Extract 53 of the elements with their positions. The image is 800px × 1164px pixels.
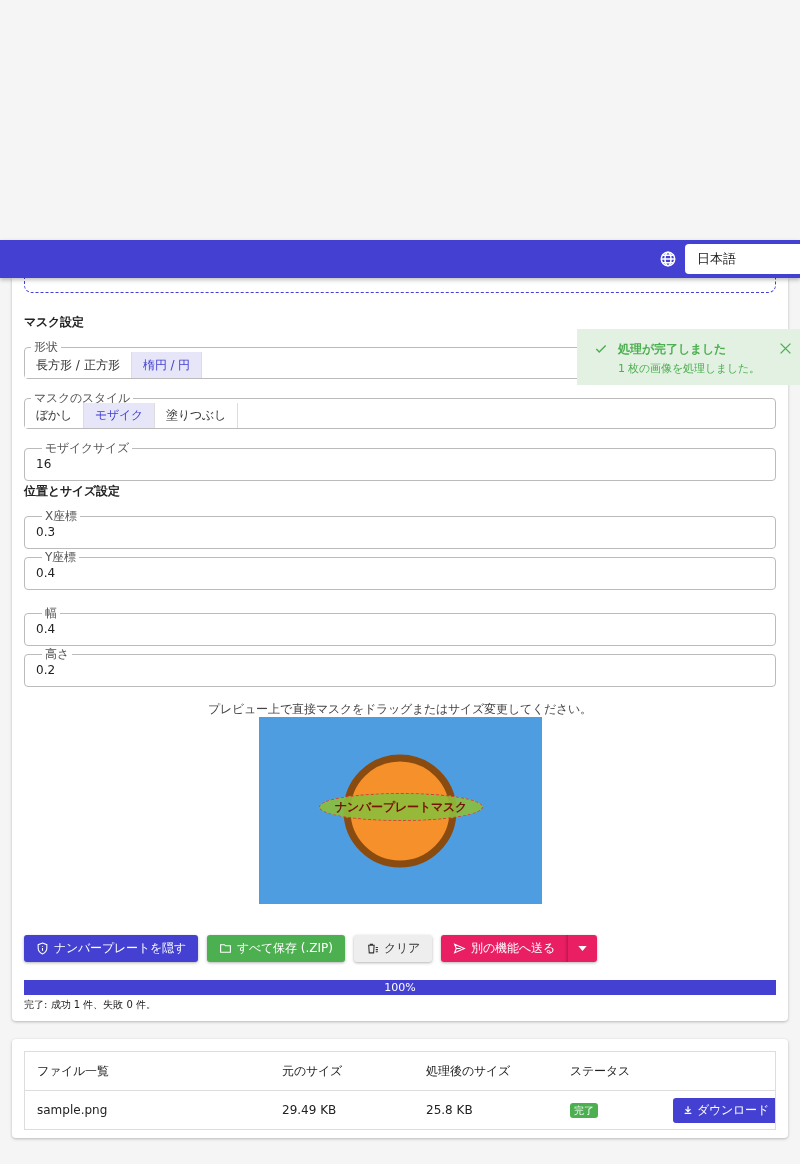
dropdown-button[interactable] [567,935,597,962]
shape-option[interactable]: 楕円 / 円 [131,352,203,378]
mask-label: ナンバープレートマスク [334,798,467,816]
field-value: 0.4 [36,622,56,636]
progress-reading: 100% [383,980,417,995]
field-label: Y座標 [44,552,78,562]
field-value: 16 [36,457,52,471]
column-header: 元のサイズ [270,1051,414,1091]
status-badge: 完了 [570,1102,598,1118]
globe-icon[interactable] [659,250,677,268]
field-value: 0.2 [36,663,56,677]
language-select[interactable]: 日本語 [685,244,800,274]
section-title: 位置とサイズ設定 [24,483,121,499]
preview-hint: プレビュー上で直接マスクをドラッグまたはサイズ変更してください。 [207,703,593,715]
download-icon [683,1105,693,1115]
mosaic-size-field[interactable]: モザイクサイズ 16 [24,443,776,481]
field-label: 高さ [44,649,70,659]
send-icon [453,942,466,955]
field-label: 形状 [33,342,59,352]
summary-text: 完了: 成功 1 件、失敗 0 件。 [24,999,157,1011]
field-value: 0.3 [36,525,56,539]
toast-title: 処理が完了しました [618,341,727,358]
number-field[interactable]: 高さ 0.2 [24,649,776,687]
clear-button[interactable]: クリア [354,935,432,962]
field-label: マスクのスタイル [33,393,131,403]
column-header: ステータス [558,1051,643,1091]
table-cell: 29.49 KB [270,1090,414,1130]
field-label: X座標 [44,511,79,521]
column-header: 処理後のサイズ [414,1051,558,1091]
style-option[interactable]: ぼかし [25,403,84,428]
number-field[interactable]: X座標 0.3 [24,511,776,549]
toast-message: 1 枚の画像を処理しました。 [618,361,762,376]
field-value: 0.4 [36,566,56,580]
field-label: 幅 [44,608,58,618]
field-label: モザイクサイズ [44,443,130,453]
send-button[interactable]: 別の機能へ送る [441,935,567,962]
hide-plates-button[interactable]: ナンバープレートを隠す [24,935,198,962]
number-field[interactable]: Y座標 0.4 [24,552,776,590]
trash-icon [366,942,379,955]
table-cell: sample.png [24,1090,270,1130]
ellipse-mask[interactable]: ナンバープレートマスク [318,793,483,821]
check-icon [594,342,608,356]
table-cell: 25.8 KB [414,1090,558,1130]
number-field[interactable]: 幅 0.4 [24,608,776,646]
section-title: マスク設定 [24,314,85,330]
shield-icon [36,942,49,955]
column-header: ファイル一覧 [24,1051,270,1091]
shape-option[interactable]: 長方形 / 正方形 [25,352,132,378]
drop-zone[interactable] [24,278,776,293]
caret-icon [578,946,587,951]
download-button[interactable]: ダウンロード [673,1097,775,1123]
folder-icon [219,942,232,955]
style-option[interactable]: モザイク [84,403,155,428]
